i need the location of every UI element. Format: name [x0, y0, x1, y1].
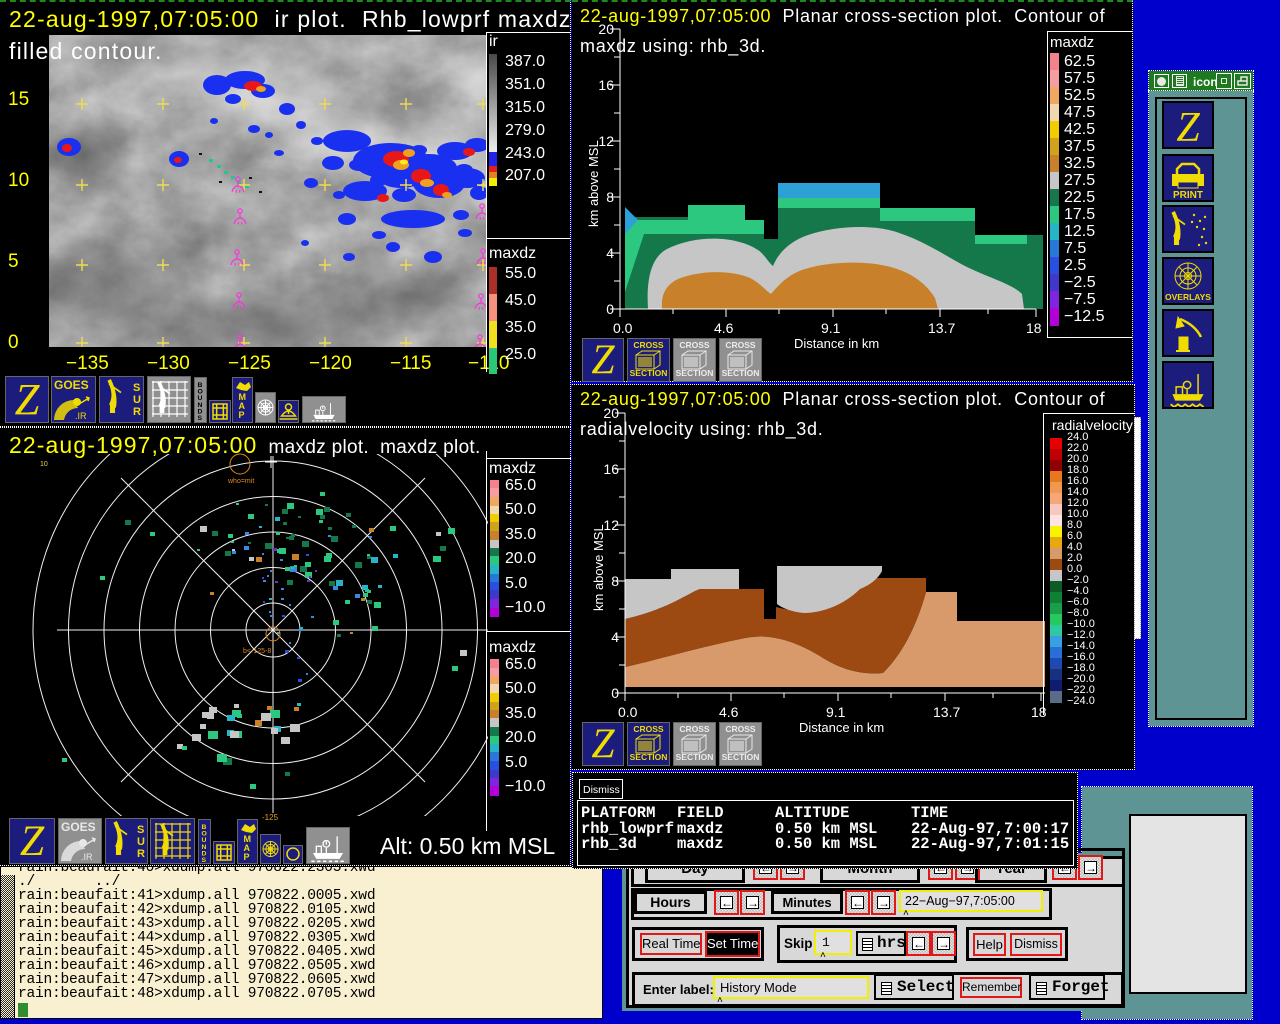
svg-text:.IR: .IR — [75, 411, 87, 421]
svg-text:P: P — [244, 852, 250, 862]
svg-text:PRINT: PRINT — [1173, 190, 1203, 200]
svg-text:Z: Z — [15, 377, 41, 422]
svg-text:U: U — [133, 394, 141, 406]
svg-text:R: R — [137, 848, 145, 860]
svg-text:Z: Z — [1176, 105, 1200, 147]
svg-text:R: R — [133, 406, 141, 418]
svg-text:GOES: GOES — [54, 378, 89, 392]
svg-text:GOES: GOES — [61, 820, 96, 834]
svg-text:who=mit: who=mit — [227, 478, 254, 485]
svg-text:b<-125-8: b<-125-8 — [243, 648, 271, 655]
svg-text:Z: Z — [591, 339, 615, 381]
svg-text:SECTION: SECTION — [722, 752, 760, 762]
svg-text:SECTION: SECTION — [676, 752, 714, 762]
svg-text:SECTION: SECTION — [630, 752, 668, 762]
svg-text:S: S — [137, 824, 144, 836]
svg-text:CROSS: CROSS — [725, 340, 756, 350]
svg-text:CROSS: CROSS — [679, 340, 710, 350]
svg-text:U: U — [137, 836, 145, 848]
svg-text:SECTION: SECTION — [630, 368, 668, 378]
svg-text:-125: -125 — [262, 813, 279, 822]
svg-text:SECTION: SECTION — [676, 368, 714, 378]
svg-text:CROSS: CROSS — [633, 724, 664, 734]
svg-text:OVERLAYS: OVERLAYS — [1165, 292, 1211, 302]
svg-text:.IR: .IR — [81, 852, 93, 862]
svg-text:CROSS: CROSS — [679, 724, 710, 734]
svg-text:S: S — [133, 382, 140, 394]
svg-text:SECTION: SECTION — [722, 368, 760, 378]
svg-text:P: P — [239, 410, 245, 420]
svg-text:S: S — [198, 415, 203, 422]
svg-text:S: S — [202, 857, 207, 863]
svg-text:Z: Z — [20, 819, 45, 863]
svg-text:CROSS: CROSS — [633, 340, 664, 350]
svg-text:CROSS: CROSS — [725, 724, 756, 734]
svg-text:10: 10 — [40, 461, 48, 468]
svg-text:Z: Z — [591, 723, 615, 765]
